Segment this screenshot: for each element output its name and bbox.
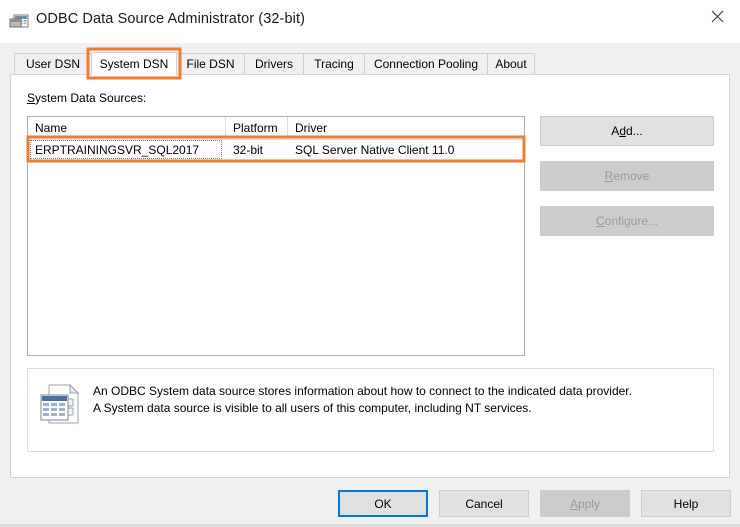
tab-file-dsn[interactable]: File DSN bbox=[176, 53, 245, 74]
cancel-button[interactable]: Cancel bbox=[439, 490, 529, 517]
table-row[interactable]: ERPTRAININGSVR_SQL2017 32-bit SQL Server… bbox=[28, 140, 524, 160]
add-button-label: Add... bbox=[611, 124, 643, 138]
description-line-2: A System data source is visible to all u… bbox=[93, 401, 532, 415]
window-title: ODBC Data Source Administrator (32-bit) bbox=[36, 11, 306, 27]
tab-label: File DSN bbox=[186, 57, 235, 71]
column-header-driver[interactable]: Driver bbox=[288, 117, 524, 139]
data-source-document-icon bbox=[37, 382, 83, 426]
tab-label: Connection Pooling bbox=[373, 57, 479, 71]
data-sources-listview[interactable]: Name Platform Driver ERPTRAININGSVR_SQL2… bbox=[27, 116, 525, 356]
description-text: An ODBC System data source stores inform… bbox=[93, 383, 703, 417]
tab-label: User DSN bbox=[25, 57, 80, 71]
tab-label: Drivers bbox=[255, 57, 293, 71]
tab-system-dsn[interactable]: System DSN bbox=[91, 52, 177, 76]
tab-label: Tracing bbox=[314, 57, 354, 71]
ok-button[interactable]: OK bbox=[338, 490, 428, 517]
odbc-administrator-icon bbox=[9, 11, 29, 29]
tab-label: About bbox=[495, 57, 527, 71]
configure-button: Configure... bbox=[540, 206, 714, 236]
close-icon[interactable] bbox=[694, 0, 740, 32]
column-header-label: Platform bbox=[233, 121, 278, 135]
apply-button: Apply bbox=[540, 490, 630, 517]
cell-platform: 32-bit bbox=[233, 143, 264, 157]
tab-drivers[interactable]: Drivers bbox=[244, 53, 304, 74]
caption-rest: ystem Data Sources: bbox=[35, 91, 147, 105]
system-data-sources-label: System Data Sources: bbox=[27, 91, 146, 105]
help-button-label: Help bbox=[673, 496, 699, 511]
title-bar: ODBC Data Source Administrator (32-bit) bbox=[0, 0, 740, 43]
column-header-platform[interactable]: Platform bbox=[226, 117, 288, 139]
tab-about[interactable]: About bbox=[487, 53, 535, 74]
column-header-label: Name bbox=[35, 121, 68, 135]
remove-button: Remove bbox=[540, 161, 714, 191]
add-button[interactable]: Add... bbox=[540, 116, 714, 146]
description-line-1: An ODBC System data source stores inform… bbox=[93, 384, 632, 398]
tab-tracing[interactable]: Tracing bbox=[303, 53, 365, 74]
tab-label: System DSN bbox=[99, 57, 169, 71]
apply-button-label: Apply bbox=[569, 496, 601, 511]
cancel-button-label: Cancel bbox=[465, 496, 503, 511]
caption-accel: S bbox=[27, 91, 36, 105]
help-button[interactable]: Help bbox=[641, 490, 731, 517]
tab-user-dsn[interactable]: User DSN bbox=[14, 53, 92, 74]
tab-strip: User DSN System DSN File DSN Drivers Tra… bbox=[10, 52, 730, 76]
configure-button-label: Configure... bbox=[595, 214, 659, 228]
cell-name: ERPTRAININGSVR_SQL2017 bbox=[35, 143, 200, 157]
column-header-label: Driver bbox=[295, 121, 327, 135]
ok-button-label: OK bbox=[374, 496, 392, 511]
listview-rows: ERPTRAININGSVR_SQL2017 32-bit SQL Server… bbox=[28, 140, 524, 160]
tab-connection-pooling[interactable]: Connection Pooling bbox=[364, 53, 488, 74]
remove-button-label: Remove bbox=[604, 169, 650, 183]
listview-header: Name Platform Driver bbox=[28, 117, 524, 140]
column-header-name[interactable]: Name bbox=[28, 117, 226, 139]
cell-driver: SQL Server Native Client 11.0 bbox=[295, 143, 455, 157]
